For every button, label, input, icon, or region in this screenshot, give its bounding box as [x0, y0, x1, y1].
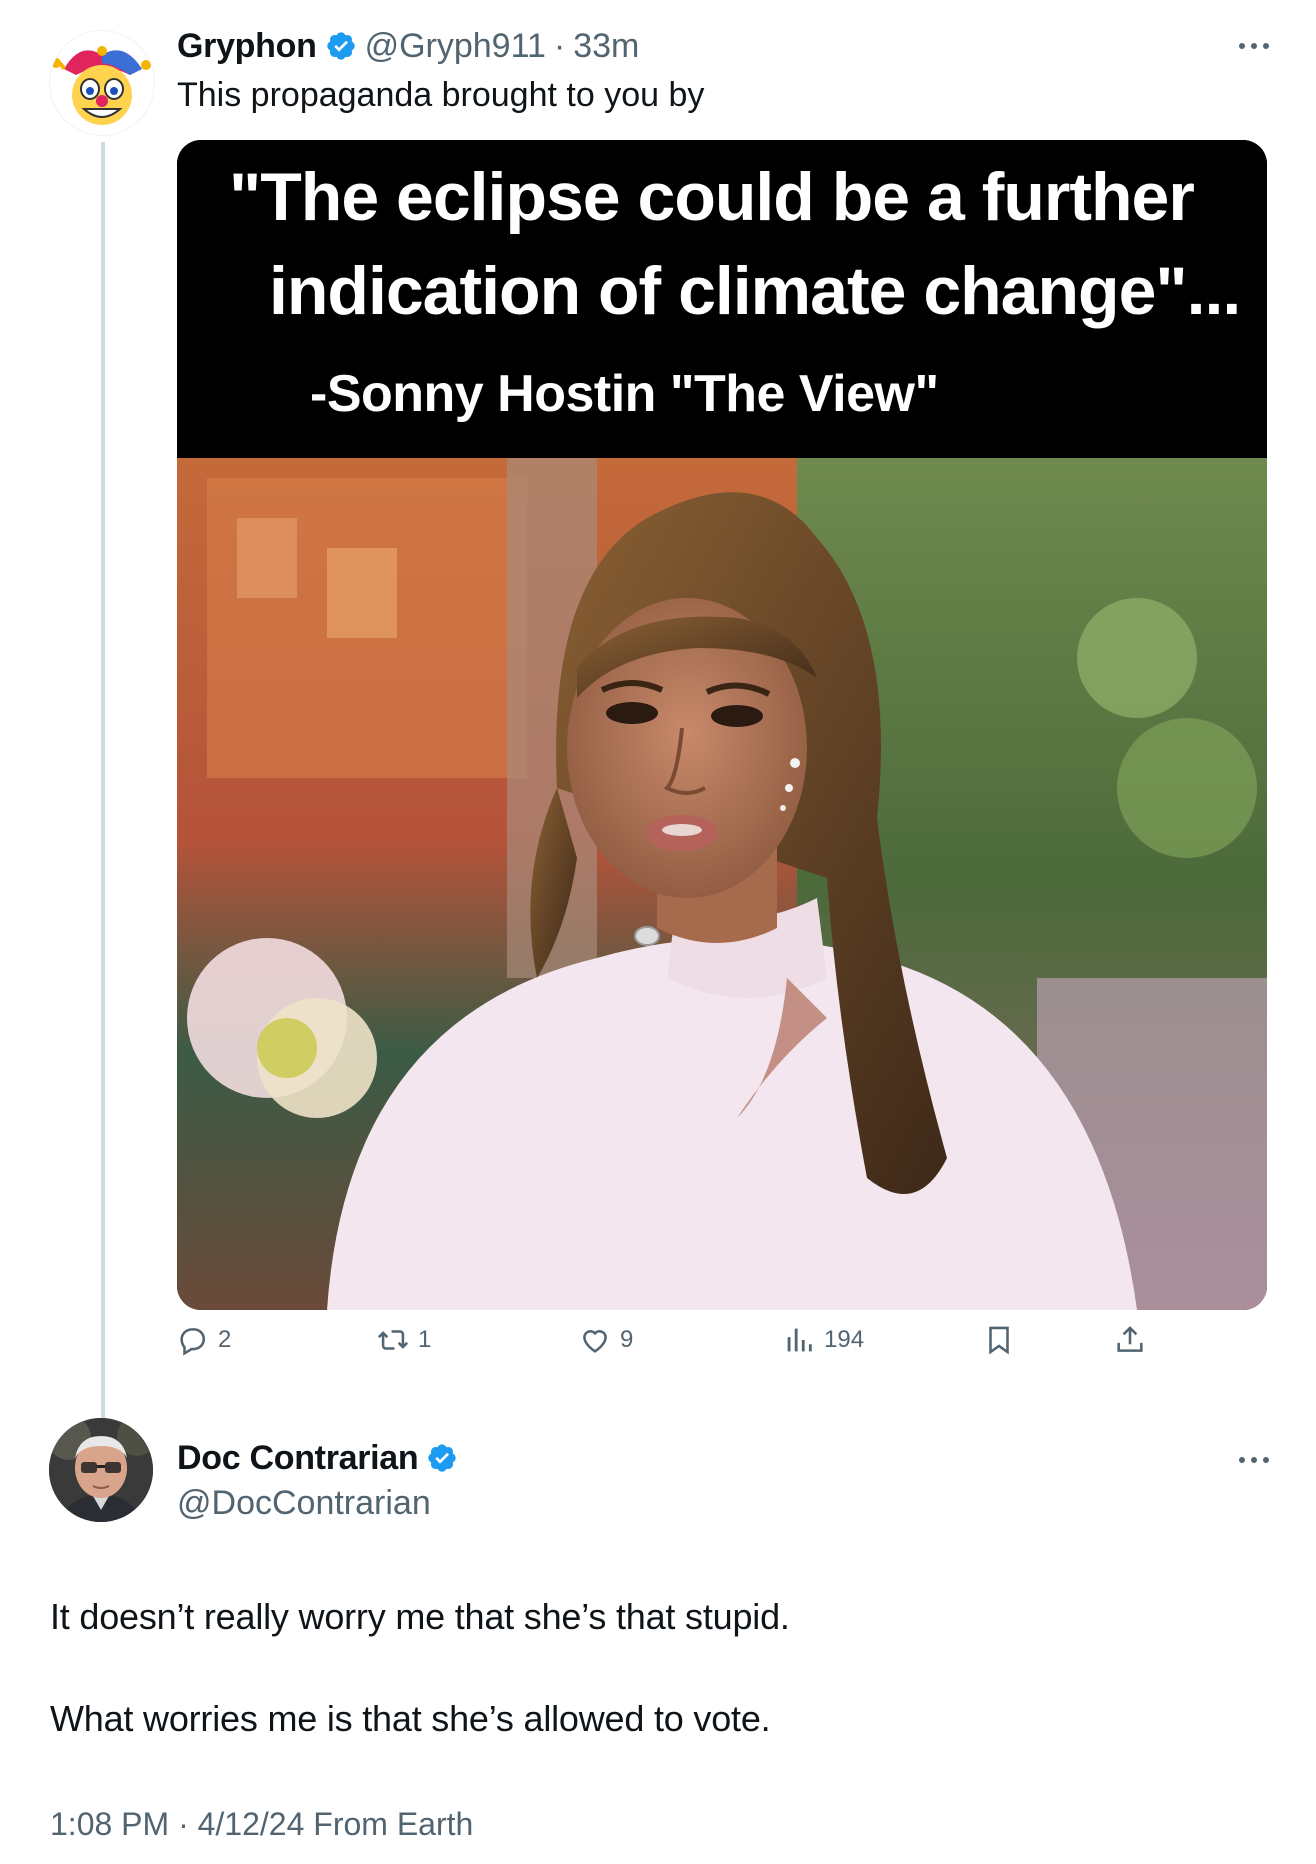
- tweet-media-image[interactable]: "The eclipse could be a further indicati…: [177, 140, 1267, 1310]
- repost-icon: [377, 1330, 409, 1350]
- tweet-text: This propaganda brought to you by: [177, 76, 705, 114]
- reply-icon: [180, 1328, 206, 1356]
- author-avatar[interactable]: [49, 1418, 153, 1522]
- repost-count: 1: [418, 1326, 432, 1353]
- more-options-icon[interactable]: [1234, 38, 1274, 54]
- bookmark-button[interactable]: [982, 1320, 1016, 1360]
- quote-caption-band: "The eclipse could be a further indicati…: [177, 140, 1267, 458]
- reply-count: 2: [218, 1326, 232, 1353]
- verified-badge-icon: [326, 32, 355, 60]
- time-ago[interactable]: 33m: [573, 27, 639, 66]
- man-with-glasses-avatar: [49, 1418, 153, 1522]
- separator-dot: ·: [553, 26, 566, 65]
- share-button[interactable]: [1113, 1320, 1147, 1360]
- tweet-header: Gryphon @Gryph911 · 33m: [177, 24, 639, 68]
- verified-badge-icon: [428, 1444, 457, 1472]
- quote-line-1: "The eclipse could be a further: [229, 159, 1195, 235]
- views-button[interactable]: 194: [782, 1320, 864, 1360]
- author-avatar[interactable]: [49, 30, 155, 136]
- author-handle[interactable]: @Gryph911: [365, 27, 546, 66]
- jester-emoji-icon: [51, 46, 151, 125]
- repost-button[interactable]: 1: [376, 1320, 431, 1360]
- quote-line-2: indication of climate change"...: [269, 253, 1241, 329]
- tv-host-photo: [177, 458, 1267, 1310]
- bookmark-icon: [989, 1326, 1009, 1355]
- like-count: 9: [620, 1326, 634, 1353]
- tweet-header: Doc Contrarian: [177, 1436, 458, 1480]
- reply-button[interactable]: 2: [176, 1320, 231, 1360]
- author-name[interactable]: Gryphon: [177, 27, 317, 66]
- tweet-timestamp[interactable]: 1:08 PM · 4/12/24 From Earth: [50, 1806, 473, 1843]
- views-count: 194: [824, 1326, 865, 1353]
- like-button[interactable]: 9: [578, 1320, 633, 1360]
- tweet-text-line-1: It doesn’t really worry me that she’s th…: [50, 1596, 790, 1637]
- author-name[interactable]: Doc Contrarian: [177, 1439, 419, 1478]
- author-handle[interactable]: @DocContrarian: [177, 1484, 431, 1523]
- heart-icon: [583, 1330, 607, 1353]
- share-upload-icon: [1117, 1326, 1143, 1352]
- views-chart-icon: [787, 1328, 812, 1352]
- quote-attribution: -Sonny Hostin "The View": [310, 365, 939, 423]
- more-options-icon[interactable]: [1234, 1452, 1274, 1468]
- thread-connector-line: [101, 142, 105, 1420]
- tweet-text-line-2: What worries me is that she’s allowed to…: [50, 1698, 771, 1739]
